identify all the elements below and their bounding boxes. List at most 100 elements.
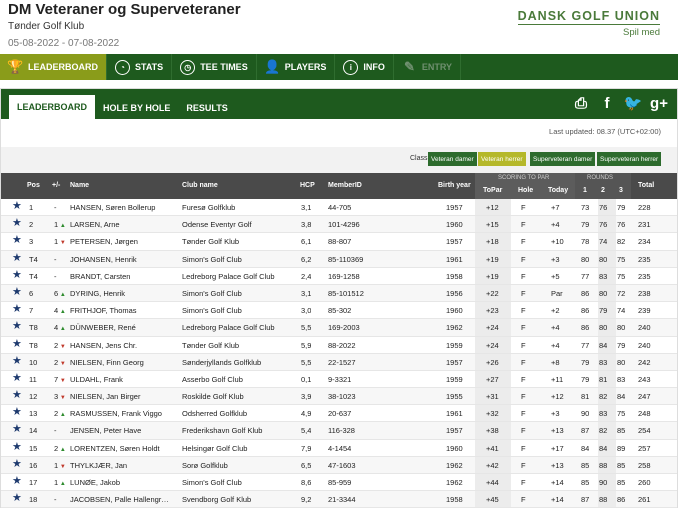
table-row[interactable]: ★ 6 DYRING, Henrik Simon's Golf Club 3,1 85-1…: [1, 284, 677, 303]
arrow-up-icon: ▲: [58, 481, 66, 487]
table-row[interactable]: ★ 11 ULDAHL, Frank Asserbo Golf Club 0,1 9-33…: [1, 370, 677, 389]
class-veteran-herrer[interactable]: Veteran herrer: [478, 152, 526, 166]
favorite-star-icon[interactable]: ★: [12, 424, 23, 435]
table-row[interactable]: ★ 10 NIELSEN, Finn Georg Sønderjyllands Gol…: [1, 353, 677, 371]
cell-name[interactable]: PETERSEN, Jørgen: [70, 237, 178, 246]
cell-member: 38-1023: [328, 392, 356, 402]
tab-results[interactable]: RESULTS: [178, 97, 235, 119]
class-superveteran-damer[interactable]: Superveteran damer: [530, 152, 596, 166]
favorite-star-icon[interactable]: ★: [12, 235, 23, 246]
class-veteran-damer[interactable]: Veteran damer: [428, 152, 477, 166]
table-row[interactable]: ★ 15 LORENTZEN, Søren Holdt Helsingør Golf …: [1, 439, 677, 457]
cell-total: 260: [638, 478, 651, 487]
nav-stats[interactable]: ◔ STATS: [107, 54, 173, 80]
cell-round-2: 88: [599, 460, 608, 470]
col-total[interactable]: Total: [638, 182, 654, 189]
nav-tee-times[interactable]: ◷ TEE TIMES: [172, 54, 257, 80]
col-club[interactable]: Club name: [182, 182, 218, 189]
favorite-star-icon[interactable]: ★: [12, 476, 23, 487]
favorite-star-icon[interactable]: ★: [12, 441, 23, 453]
cell-name[interactable]: ULDAHL, Frank: [70, 375, 178, 384]
table-row[interactable]: ★ T4 JOHANSEN, Henrik Simon's Golf Club 6,2 8…: [1, 250, 677, 268]
favorite-star-icon[interactable]: ★: [12, 269, 23, 281]
col-topar[interactable]: ToPar: [483, 187, 502, 194]
event-title: DM Veteraner og Superveteraner: [8, 1, 241, 18]
col-hole[interactable]: Hole: [518, 187, 533, 194]
cell-hole: F: [521, 409, 526, 419]
table-row[interactable]: ★ 18 JACOBSEN, Palle Hallengr… Svendborg Go…: [1, 491, 677, 508]
cell-today: +8: [551, 357, 560, 367]
cell-round-1: 86: [581, 288, 590, 298]
cell-name[interactable]: NIELSEN, Finn Georg: [70, 358, 178, 367]
printer-icon[interactable]: ⎙: [571, 93, 591, 113]
favorite-star-icon[interactable]: ★: [12, 321, 23, 332]
favorite-star-icon[interactable]: ★: [12, 372, 23, 384]
tab-leaderboard[interactable]: LEADERBOARD: [9, 95, 96, 119]
brand-logo[interactable]: DANSK GOLF UNION Spil med: [517, 9, 660, 38]
favorite-star-icon[interactable]: ★: [12, 493, 23, 504]
tab-hole-by-hole[interactable]: HOLE BY HOLE: [95, 97, 178, 119]
cell-name[interactable]: JOHANSEN, Henrik: [70, 255, 178, 264]
table-row[interactable]: ★ 17 LUNØE, Jakob Simon's Golf Club 8,6 85-95…: [1, 474, 677, 492]
cell-name[interactable]: LORENTZEN, Søren Holdt: [70, 444, 178, 453]
col-member[interactable]: MemberID: [328, 182, 362, 189]
cell-name[interactable]: RASMUSSEN, Frank Viggo: [70, 409, 178, 418]
cell-name[interactable]: HANSEN, Jens Chr.: [70, 341, 178, 350]
cell-name[interactable]: NIELSEN, Jan Birger: [70, 392, 178, 401]
nav-info[interactable]: i INFO: [335, 54, 394, 80]
table-row[interactable]: ★ T8 HANSEN, Jens Chr. Tønder Golf Klub 5,9 8…: [1, 336, 677, 354]
cell-hole: F: [521, 478, 526, 487]
cell-name[interactable]: BRANDT, Carsten: [70, 272, 178, 281]
cell-name[interactable]: DYRING, Henrik: [70, 289, 178, 298]
nav-leaderboard[interactable]: 🏆 LEADERBOARD: [0, 54, 108, 80]
table-row[interactable]: ★ 13 RASMUSSEN, Frank Viggo Odsherred Golfk…: [1, 405, 677, 423]
cell-name[interactable]: THYLKJÆR, Jan: [70, 461, 178, 470]
cell-club: Roskilde Golf Klub: [182, 392, 244, 402]
cell-name[interactable]: LARSEN, Arne: [70, 220, 178, 229]
col-today[interactable]: Today: [548, 187, 568, 194]
cell-name[interactable]: DÜNWEBER, René: [70, 323, 178, 332]
favorite-star-icon[interactable]: ★: [12, 304, 23, 315]
cell-name[interactable]: JACOBSEN, Palle Hallengr…: [70, 495, 178, 504]
favorite-star-icon[interactable]: ★: [12, 286, 23, 298]
table-row[interactable]: ★ 7 FRITHJOF, Thomas Simon's Golf Club 3,0 85…: [1, 302, 677, 320]
favorite-star-icon[interactable]: ★: [12, 252, 23, 264]
favorite-star-icon[interactable]: ★: [12, 390, 23, 401]
col-hcp[interactable]: HCP: [300, 182, 315, 189]
table-row[interactable]: ★ 3 PETERSEN, Jørgen Tønder Golf Klub 6,1 88-…: [1, 233, 677, 251]
favorite-star-icon[interactable]: ★: [12, 201, 23, 212]
nav-entry[interactable]: ✎ ENTRY: [394, 54, 462, 80]
favorite-star-icon[interactable]: ★: [12, 218, 23, 229]
cell-name[interactable]: FRITHJOF, Thomas: [70, 306, 178, 315]
col-pos[interactable]: Pos: [27, 182, 40, 189]
col-birth[interactable]: Birth year: [438, 182, 471, 189]
cell-pos: 7: [29, 306, 34, 316]
googleplus-icon[interactable]: g+: [649, 93, 669, 113]
cell-today: +5: [551, 271, 560, 281]
cell-name[interactable]: LUNØE, Jakob: [70, 478, 178, 487]
cell-name[interactable]: HANSEN, Søren Bollerup: [70, 203, 178, 212]
table-row[interactable]: ★ T4 BRANDT, Carsten Ledreborg Palace Golf …: [1, 267, 677, 285]
twitter-icon[interactable]: 🐦: [623, 93, 643, 113]
cell-total: 228: [638, 203, 651, 212]
favorite-star-icon[interactable]: ★: [12, 338, 23, 350]
cell-name[interactable]: JENSEN, Peter Have: [70, 426, 178, 435]
table-row[interactable]: ★ T8 DÜNWEBER, René Ledreborg Palace Golf C…: [1, 319, 677, 337]
col-round-2[interactable]: 2: [601, 187, 605, 194]
favorite-star-icon[interactable]: ★: [12, 407, 23, 418]
table-row[interactable]: ★ 2 LARSEN, Arne Odense Eventyr Golf 3,8 101-…: [1, 216, 677, 234]
table-row[interactable]: ★ 12 NIELSEN, Jan Birger Roskilde Golf Klub…: [1, 388, 677, 406]
nav-players[interactable]: 👤 PLAYERS: [257, 54, 336, 80]
favorite-star-icon[interactable]: ★: [12, 355, 23, 367]
cell-hcp: 3,9: [301, 392, 312, 402]
table-row[interactable]: ★ 1 HANSEN, Søren Bollerup Furesø Golfklub 3…: [1, 199, 677, 217]
class-superveteran-herrer[interactable]: Superveteran herrer: [597, 152, 662, 166]
col-round-3[interactable]: 3: [619, 187, 623, 194]
facebook-icon[interactable]: f: [597, 93, 617, 113]
favorite-star-icon[interactable]: ★: [12, 458, 23, 470]
cell-member: 85-110369: [328, 254, 364, 264]
table-row[interactable]: ★ 14 JENSEN, Peter Have Frederikshavn Golf …: [1, 422, 677, 440]
col-round-1[interactable]: 1: [583, 187, 587, 194]
col-name[interactable]: Name: [70, 182, 89, 189]
table-row[interactable]: ★ 16 THYLKJÆR, Jan Sorø Golfklub 6,5 47-1603 1…: [1, 456, 677, 474]
